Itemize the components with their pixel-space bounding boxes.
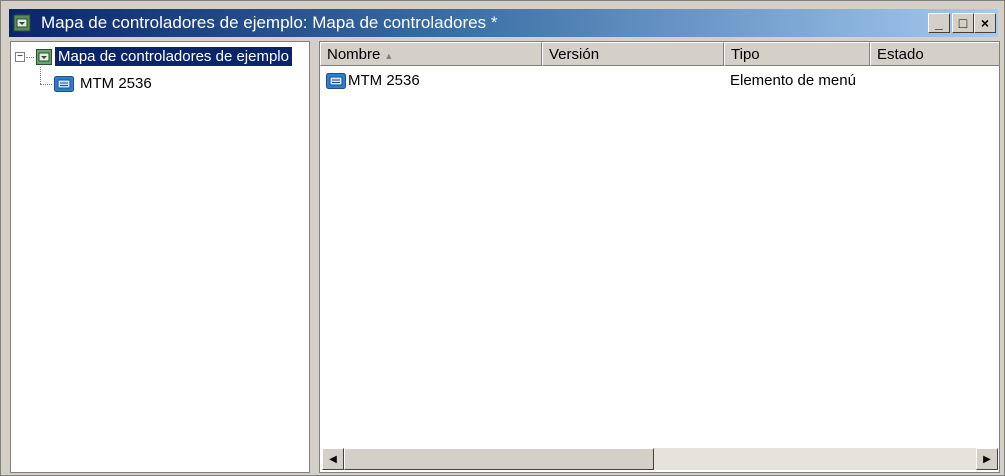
list-header: Nombre ▲ Versión Tipo Estado <box>320 42 999 66</box>
column-header-tipo[interactable]: Tipo <box>724 42 870 66</box>
column-label: Estado <box>877 46 924 63</box>
close-button[interactable]: × <box>974 13 996 33</box>
controller-map-icon <box>13 14 31 32</box>
list-pane: Nombre ▲ Versión Tipo Estado MTM 2536 Ele… <box>319 41 1000 473</box>
cell-type: Elemento de menú <box>730 72 856 89</box>
column-header-nombre[interactable]: Nombre ▲ <box>320 42 542 66</box>
tree-pane: − Mapa de controladores de ejemplo MTM 2… <box>10 41 310 473</box>
cell-name: MTM 2536 <box>348 72 420 89</box>
sort-ascending-icon: ▲ <box>384 51 394 61</box>
column-label: Tipo <box>731 46 760 63</box>
minimize-button[interactable]: _ <box>928 13 950 33</box>
menu-item-icon <box>326 73 346 89</box>
tree-root-label[interactable]: Mapa de controladores de ejemplo <box>55 47 292 66</box>
scroll-left-button[interactable]: ◀ <box>322 448 344 470</box>
list-row[interactable]: MTM 2536 Elemento de menú <box>320 70 999 92</box>
column-header-estado[interactable]: Estado <box>870 42 999 66</box>
collapse-icon[interactable]: − <box>15 52 25 62</box>
app-window: Mapa de controladores de ejemplo: Mapa d… <box>0 0 1005 476</box>
tree-connector <box>26 57 34 58</box>
column-label: Nombre <box>327 46 381 63</box>
maximize-button[interactable]: □ <box>952 13 974 33</box>
menu-item-icon <box>54 76 74 92</box>
tree-child-label[interactable]: MTM 2536 <box>80 75 152 92</box>
scroll-right-button[interactable]: ▶ <box>976 448 998 470</box>
horizontal-scrollbar[interactable]: ◀ ▶ <box>322 448 998 470</box>
column-header-version[interactable]: Versión <box>542 42 724 66</box>
tree-connector <box>40 84 52 85</box>
tree-connector <box>40 67 41 84</box>
controller-map-icon <box>36 49 52 65</box>
window-title: Mapa de controladores de ejemplo: Mapa d… <box>41 13 498 32</box>
title-bar[interactable]: Mapa de controladores de ejemplo: Mapa d… <box>9 9 998 37</box>
column-label: Versión <box>549 46 600 63</box>
scroll-thumb[interactable] <box>344 448 654 470</box>
